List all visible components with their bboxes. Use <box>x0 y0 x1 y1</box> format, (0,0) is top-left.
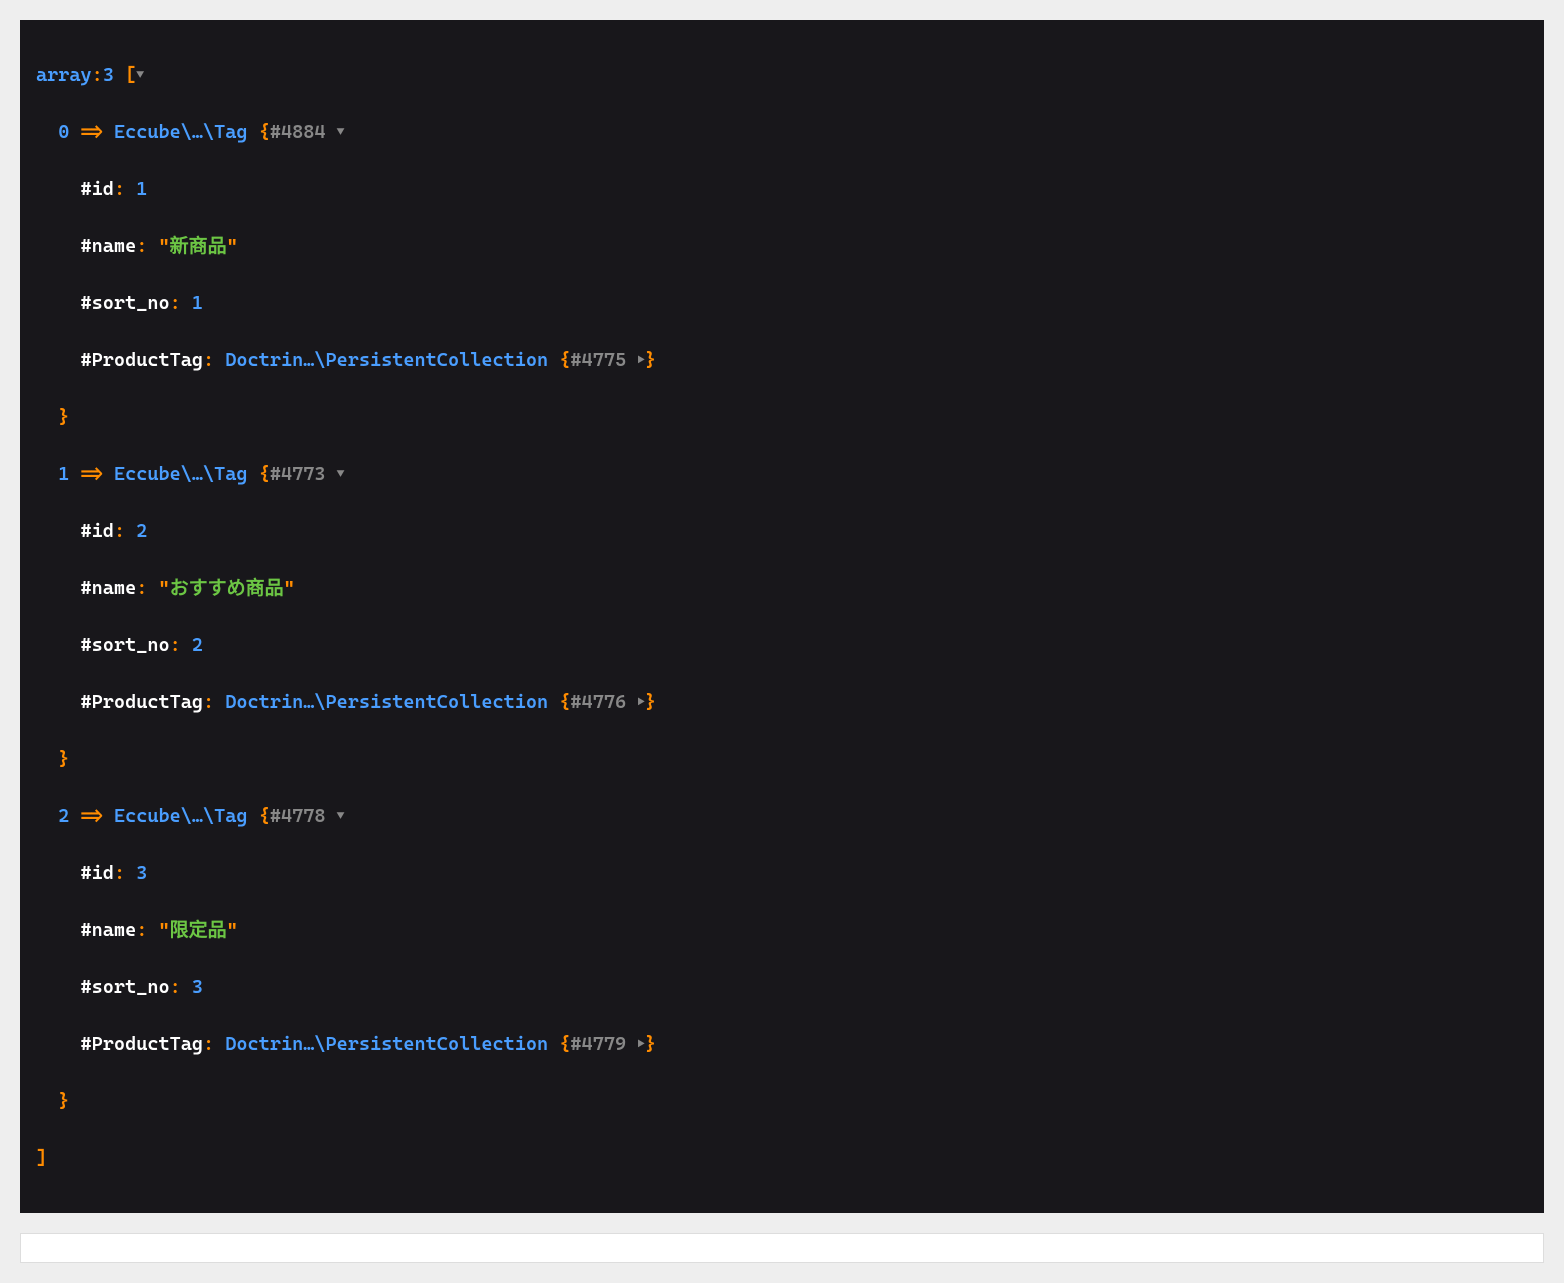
caret-down-icon[interactable]: ▼ <box>136 66 144 86</box>
class-name: Eccube\…\Tag <box>114 463 248 485</box>
object-id: #4773 <box>270 463 326 485</box>
caret-down-icon[interactable]: ▼ <box>337 465 345 485</box>
array-item-header[interactable]: 1 => Eccube\…\Tag {#4773 ▼ <box>36 460 1528 489</box>
array-header[interactable]: array:3 [▼ <box>36 61 1528 90</box>
property-row: #id: 1 <box>36 175 1528 204</box>
property-row: #name: "新商品" <box>36 232 1528 261</box>
var-dump-output: array:3 [▼ 0 => Eccube\…\Tag {#4884 ▼ #i… <box>20 20 1544 1213</box>
property-row[interactable]: #ProductTag: Doctrin…\PersistentCollecti… <box>36 346 1528 375</box>
class-name: Doctrin…\PersistentCollection <box>225 349 548 371</box>
class-name: Eccube\…\Tag <box>114 121 248 143</box>
class-name: Doctrin…\PersistentCollection <box>225 1033 548 1055</box>
property-row: #name: "おすすめ商品" <box>36 574 1528 603</box>
close-bracket: ] <box>36 1144 1528 1173</box>
object-id: #4884 <box>270 121 326 143</box>
object-id: #4778 <box>270 805 326 827</box>
property-row: #id: 3 <box>36 859 1528 888</box>
array-item-header[interactable]: 2 => Eccube\…\Tag {#4778 ▼ <box>36 802 1528 831</box>
caret-right-icon[interactable]: ▶ <box>637 693 645 713</box>
array-keyword: array <box>36 64 92 86</box>
array-item-header[interactable]: 0 => Eccube\…\Tag {#4884 ▼ <box>36 118 1528 147</box>
class-name: Eccube\…\Tag <box>114 805 248 827</box>
empty-panel <box>20 1233 1544 1263</box>
property-row: #sort_no: 3 <box>36 973 1528 1002</box>
property-row[interactable]: #ProductTag: Doctrin…\PersistentCollecti… <box>36 1030 1528 1059</box>
property-row: #id: 2 <box>36 517 1528 546</box>
caret-down-icon[interactable]: ▼ <box>337 123 345 143</box>
caret-down-icon[interactable]: ▼ <box>337 807 345 827</box>
object-id: #4775 <box>570 349 626 371</box>
close-brace: } <box>36 403 1528 432</box>
property-row: #name: "限定品" <box>36 916 1528 945</box>
caret-right-icon[interactable]: ▶ <box>637 1035 645 1055</box>
close-brace: } <box>36 745 1528 774</box>
object-id: #4779 <box>570 1033 626 1055</box>
caret-right-icon[interactable]: ▶ <box>637 351 645 371</box>
class-name: Doctrin…\PersistentCollection <box>225 691 548 713</box>
property-row: #sort_no: 2 <box>36 631 1528 660</box>
object-id: #4776 <box>570 691 626 713</box>
property-row: #sort_no: 1 <box>36 289 1528 318</box>
close-brace: } <box>36 1087 1528 1116</box>
property-row[interactable]: #ProductTag: Doctrin…\PersistentCollecti… <box>36 688 1528 717</box>
